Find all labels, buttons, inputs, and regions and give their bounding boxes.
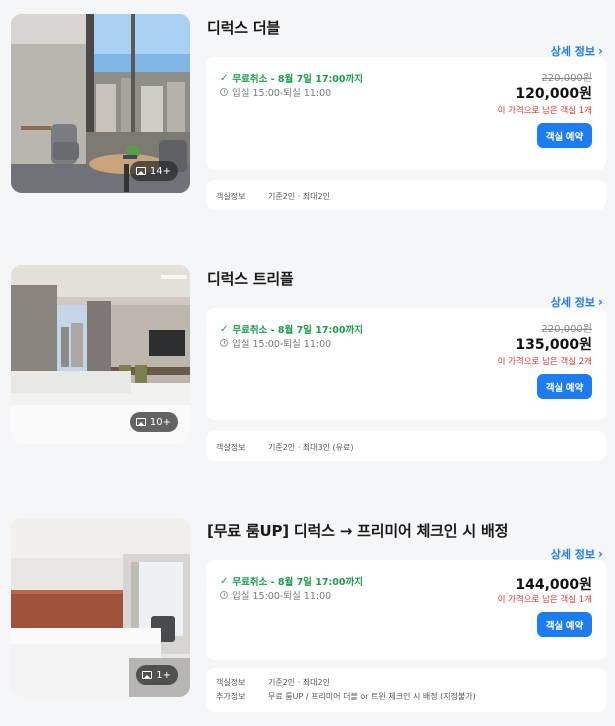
photo-count-badge[interactable]: 1+: [136, 665, 178, 685]
book-room-button[interactable]: 객실 예약: [537, 123, 592, 148]
room-photo[interactable]: 10+: [11, 265, 190, 444]
clock-icon: [220, 591, 228, 599]
info-value: 무료 룸UP / 프리미어 더블 or 트윈 체크인 시 배정 (지정불가): [268, 692, 476, 701]
info-value: 기준2인 · 최대2인: [268, 678, 330, 687]
room-card: 1+ [무료 룸UP] 디럭스 → 프리미어 체크인 시 배정 상세 정보 › …: [0, 497, 615, 726]
room-name: 디럭스 더블: [207, 19, 281, 37]
rate-offer: ✓ 무료취소 - 8월 7일 17:00까지 입실 15:00-퇴실 11:00…: [206, 57, 606, 170]
clock-icon: [220, 88, 228, 96]
check-icon: ✓: [220, 323, 229, 335]
photo-count: 1+: [156, 669, 171, 681]
room-name: 디럭스 트리플: [207, 270, 294, 288]
sale-price: 144,000원: [515, 577, 592, 593]
room-info-box: 객실정보 기준2인 · 최대2인: [206, 180, 606, 210]
info-key: 객실정보: [216, 443, 246, 452]
photo-count: 14+: [149, 165, 171, 177]
info-key: 객실정보: [216, 678, 246, 687]
image-icon: [135, 418, 146, 426]
image-icon: [135, 167, 146, 175]
checkin-time: 입실 15:00-퇴실 11:00: [220, 588, 331, 602]
clock-icon: [220, 339, 228, 347]
room-list: 14+ 디럭스 더블 상세 정보 › ✓ 무료취소 - 8월 7일 17:00까…: [0, 0, 615, 726]
original-price: 220,000원: [541, 324, 592, 335]
check-icon: ✓: [220, 575, 229, 587]
sale-price: 120,000원: [515, 86, 592, 102]
room-card: 14+ 디럭스 더블 상세 정보 › ✓ 무료취소 - 8월 7일 17:00까…: [0, 0, 615, 228]
room-info-box: 객실정보 기준2인 · 최대3인 (유료): [206, 431, 606, 461]
rate-offer: ✓ 무료취소 - 8월 7일 17:00까지 입실 15:00-퇴실 11:00…: [206, 308, 606, 420]
photo-count-badge[interactable]: 14+: [129, 161, 178, 181]
book-room-button[interactable]: 객실 예약: [537, 612, 592, 637]
cancel-policy-text: 무료취소 - 8월 7일 17:00까지: [232, 74, 363, 85]
cancel-policy: ✓ 무료취소 - 8월 7일 17:00까지: [220, 322, 363, 337]
info-row: 객실정보 기준2인 · 최대2인: [216, 191, 330, 202]
chevron-right-icon: ›: [598, 547, 603, 561]
room-photo[interactable]: 14+: [11, 14, 190, 193]
sale-price: 135,000원: [515, 337, 592, 353]
checkin-time-text: 입실 15:00-퇴실 11:00: [232, 339, 332, 350]
chevron-right-icon: ›: [598, 295, 603, 309]
room-photo[interactable]: 1+: [11, 518, 190, 697]
info-key: 객실정보: [216, 192, 246, 201]
room-info-box: 객실정보 기준2인 · 최대2인 추가정보 무료 룸UP / 프리미어 더블 o…: [206, 668, 606, 712]
card-separator: [0, 479, 615, 497]
info-row: 객실정보 기준2인 · 최대2인: [216, 677, 330, 688]
remaining-rooms: 이 가격으로 남은 객실 1개: [497, 106, 592, 116]
info-value: 기준2인 · 최대3인 (유료): [268, 443, 354, 452]
info-row: 객실정보 기준2인 · 최대3인 (유료): [216, 442, 353, 453]
remaining-rooms: 이 가격으로 남은 객실 2개: [497, 357, 592, 367]
info-value: 기준2인 · 최대2인: [268, 192, 330, 201]
check-icon: ✓: [220, 72, 229, 84]
room-card: 10+ 디럭스 트리플 상세 정보 › ✓ 무료취소 - 8월 7일 17:00…: [0, 246, 615, 479]
room-name: [무료 룸UP] 디럭스 → 프리미어 체크인 시 배정: [207, 522, 509, 540]
chevron-right-icon: ›: [598, 44, 603, 58]
checkin-time-text: 입실 15:00-퇴실 11:00: [232, 591, 332, 602]
remaining-rooms: 이 가격으로 남은 객실 1개: [497, 595, 592, 605]
cancel-policy: ✓ 무료취소 - 8월 7일 17:00까지: [220, 574, 363, 589]
checkin-time-text: 입실 15:00-퇴실 11:00: [232, 88, 332, 99]
image-icon: [142, 671, 153, 679]
cancel-policy: ✓ 무료취소 - 8월 7일 17:00까지: [220, 71, 363, 86]
rate-offer: ✓ 무료취소 - 8월 7일 17:00까지 입실 15:00-퇴실 11:00…: [206, 560, 606, 660]
cancel-policy-text: 무료취소 - 8월 7일 17:00까지: [232, 325, 363, 336]
checkin-time: 입실 15:00-퇴실 11:00: [220, 336, 331, 350]
photo-count-badge[interactable]: 10+: [129, 412, 178, 432]
original-price: 220,000원: [541, 73, 592, 84]
info-row: 추가정보 무료 룸UP / 프리미어 더블 or 트윈 체크인 시 배정 (지정…: [216, 691, 476, 702]
info-key: 추가정보: [216, 692, 246, 701]
book-room-button[interactable]: 객실 예약: [537, 374, 592, 399]
photo-count: 10+: [149, 416, 171, 428]
card-separator: [0, 228, 615, 246]
cancel-policy-text: 무료취소 - 8월 7일 17:00까지: [232, 577, 363, 588]
checkin-time: 입실 15:00-퇴실 11:00: [220, 85, 331, 99]
